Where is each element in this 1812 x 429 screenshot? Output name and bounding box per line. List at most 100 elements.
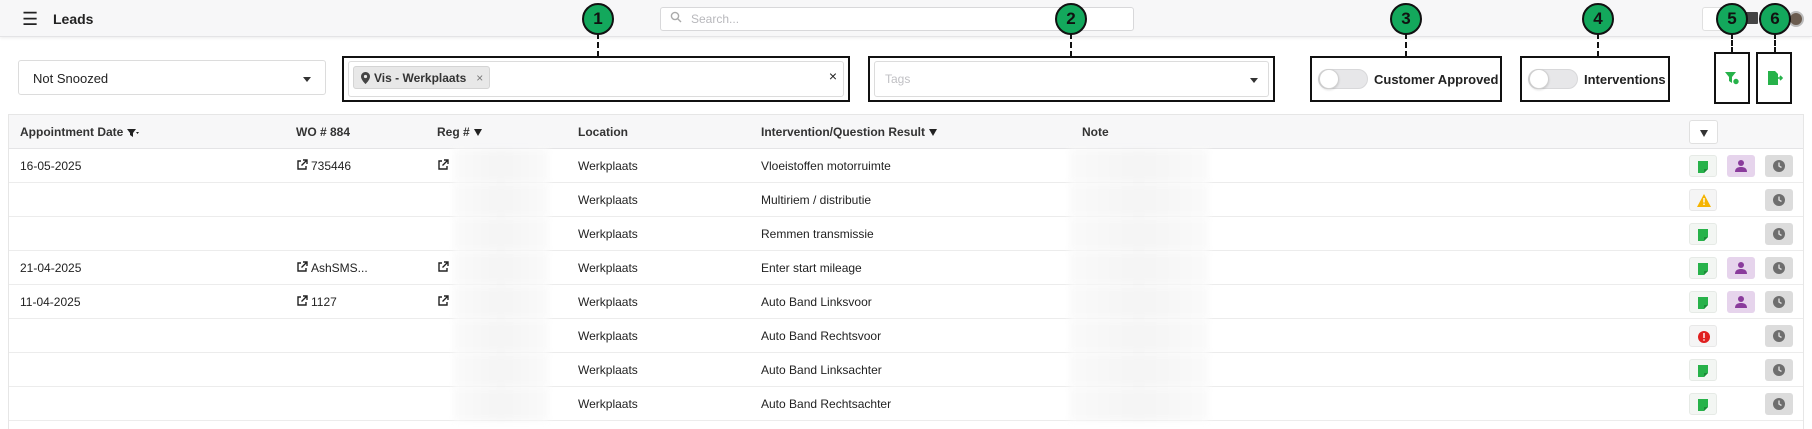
person-action-button[interactable] [1727,291,1755,313]
note-action-button[interactable] [1689,393,1717,415]
cell-intervention-result: Auto Band Rechtsvoor [761,329,882,343]
customer-approved-label: Customer Approved [1374,72,1499,87]
cell-wo[interactable]: 1127 [296,295,337,309]
interventions-toggle[interactable]: Interventions [1520,56,1670,102]
hamburger-icon[interactable]: ☰ [22,10,38,28]
clock-action-button[interactable] [1765,257,1793,279]
chip-remove-icon[interactable]: × [476,71,483,85]
cell-location: Werkplaats [578,159,638,173]
clock-action-button[interactable] [1765,155,1793,177]
table-row[interactable]: 21-04-2025 AshSMS... Werkplaats Enter start… [9,251,1803,285]
filter-sort-icon[interactable] [126,128,139,138]
leads-table: Appointment Date WO # 884 Reg # Location… [8,114,1804,429]
location-chip-label: Vis - Werkplaats [374,70,467,85]
table-row[interactable]: Werkplaats Auto Band Rechtsachter [9,387,1803,421]
table-row[interactable]: 11-04-2025 1127 Werkplaats Auto Band Linksv… [9,285,1803,319]
tags-dropdown[interactable]: Tags [868,56,1275,102]
redacted-reg [453,319,549,353]
search-input[interactable] [691,10,1111,28]
external-link-icon[interactable] [437,261,449,273]
person-action-button[interactable] [1727,155,1755,177]
table-header: Appointment Date WO # 884 Reg # Location… [9,115,1803,149]
clock-action-button[interactable] [1765,291,1793,313]
external-link-icon[interactable] [296,261,308,273]
note-action-button[interactable] [1689,257,1717,279]
clear-location-icon[interactable]: × [829,68,837,84]
redacted-reg [453,217,549,251]
header-note: Note [1082,125,1109,139]
redacted-note [1069,149,1209,183]
cell-wo[interactable]: 735446 [296,159,351,173]
header-wo: WO # 884 [296,125,351,139]
cell-intervention-result: Remmen transmissie [761,227,874,241]
marker-3: 3 [1390,3,1422,35]
clock-action-button[interactable] [1765,223,1793,245]
cell-location: Werkplaats [578,397,638,411]
redacted-reg [453,183,549,217]
cell-intervention-result: Auto Band Rechtsachter [761,397,892,411]
chevron-down-icon [1700,130,1708,137]
external-link-icon[interactable] [437,159,449,171]
table-row[interactable]: Werkplaats Auto Band Linksachter [9,353,1803,387]
external-link-icon[interactable] [437,295,449,307]
clock-action-button[interactable] [1765,325,1793,347]
external-link-icon[interactable] [296,295,308,307]
sort-icon[interactable] [929,129,938,137]
header-reg[interactable]: Reg # [437,125,482,139]
table-row[interactable]: Werkplaats Remmen transmissie [9,217,1803,251]
search-icon [670,11,682,23]
note-action-button[interactable] [1689,223,1717,245]
cell-intervention-result: Auto Band Linksachter [761,363,882,377]
table-row[interactable]: Werkplaats Auto Band Rechtsvoor [9,319,1803,353]
snooze-dropdown-value: Not Snoozed [33,71,109,86]
cell-appointment-date: 21-04-2025 [20,261,82,275]
cell-intervention-result: Auto Band Linksvoor [761,295,872,309]
note-action-button[interactable] [1689,359,1717,381]
cell-intervention-result: Multiriem / distributie [761,193,872,207]
clock-action-button[interactable] [1765,393,1793,415]
cell-reg-link[interactable] [437,295,452,309]
chevron-down-icon [303,77,311,82]
warning-action-button[interactable] [1689,189,1717,211]
cell-appointment-date: 11-04-2025 [20,295,81,309]
marker-4: 4 [1582,3,1614,35]
person-action-button[interactable] [1727,257,1755,279]
cell-location: Werkplaats [578,227,638,241]
export-icon [1768,71,1784,85]
cell-location: Werkplaats [578,329,638,343]
snooze-dropdown[interactable]: Not Snoozed [18,60,326,95]
top-bar: ☰ Leads [0,0,1812,37]
column-filter-button[interactable] [1689,120,1718,144]
table-row[interactable]: 16-05-2025 735446 Werkplaats Vloeistoffen m… [9,149,1803,183]
cell-wo[interactable]: AshSMS... [296,261,368,275]
redacted-reg [453,387,549,421]
customer-approved-toggle[interactable]: Customer Approved [1310,56,1502,102]
error-action-button[interactable] [1689,325,1717,347]
redacted-note [1069,183,1209,217]
redacted-note [1069,217,1209,251]
note-action-button[interactable] [1689,291,1717,313]
marker-leader [1731,33,1733,53]
note-action-button[interactable] [1689,155,1717,177]
redacted-note [1069,285,1209,319]
sort-icon[interactable] [473,129,482,137]
cell-reg-link[interactable] [437,159,452,173]
header-appointment-date[interactable]: Appointment Date [20,125,139,139]
marker-1: 1 [582,3,614,35]
clock-action-button[interactable] [1765,359,1793,381]
redacted-reg [453,251,549,285]
header-intervention[interactable]: Intervention/Question Result [761,125,938,139]
customer-approved-switch[interactable] [1318,69,1368,89]
filter-settings-button[interactable] [1714,52,1750,104]
chevron-down-icon [1250,78,1258,83]
interventions-switch[interactable] [1528,69,1578,89]
export-button[interactable] [1756,52,1792,104]
cell-reg-link[interactable] [437,261,452,275]
location-filter[interactable]: Vis - Werkplaats × × [342,56,850,102]
cell-location: Werkplaats [578,295,638,309]
table-row[interactable]: Werkplaats Multiriem / distributie [9,183,1803,217]
redacted-note [1069,353,1209,387]
clock-action-button[interactable] [1765,189,1793,211]
external-link-icon[interactable] [296,159,308,171]
redacted-reg [453,149,549,183]
